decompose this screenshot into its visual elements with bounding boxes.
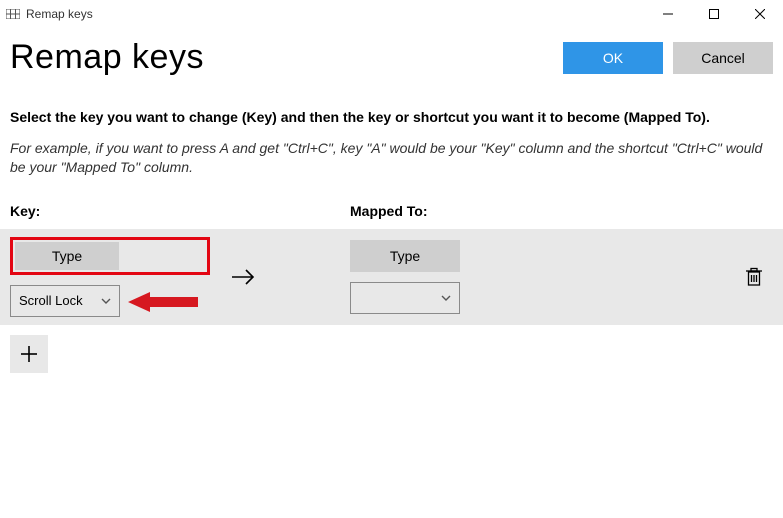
key-type-button[interactable]: Type [15, 242, 119, 270]
chevron-down-icon [441, 295, 451, 301]
actions-cell [690, 267, 773, 287]
window-title: Remap keys [26, 7, 93, 21]
maximize-button[interactable] [691, 0, 737, 28]
titlebar: Remap keys [0, 0, 783, 28]
add-row-button[interactable] [10, 335, 48, 373]
mapped-column-header: Mapped To: [350, 203, 690, 219]
key-dropdown-value: Scroll Lock [19, 293, 83, 308]
arrow-cell [210, 267, 350, 287]
delete-row-button[interactable] [745, 267, 763, 287]
column-headers: Key: Mapped To: [0, 203, 783, 219]
plus-icon [20, 345, 38, 363]
cancel-button[interactable]: Cancel [673, 42, 773, 74]
key-cell: Type Scroll Lock [10, 237, 210, 317]
body-text: Select the key you want to change (Key) … [0, 109, 783, 177]
window-controls [645, 0, 783, 28]
key-column-header: Key: [10, 203, 350, 219]
ok-button[interactable]: OK [563, 42, 663, 74]
arrow-right-icon [230, 267, 258, 287]
app-icon [6, 9, 20, 19]
mapping-row: Type Scroll Lock Type [0, 229, 783, 325]
header-buttons: OK Cancel [563, 42, 773, 74]
annotation-arrow-icon [128, 290, 200, 314]
mapped-dropdown[interactable] [350, 282, 460, 314]
example-text: For example, if you want to press A and … [10, 139, 773, 177]
minimize-button[interactable] [645, 0, 691, 28]
page-title: Remap keys [10, 38, 204, 77]
trash-icon [745, 267, 763, 287]
titlebar-left: Remap keys [6, 7, 93, 21]
key-dropdown[interactable]: Scroll Lock [10, 285, 120, 317]
close-button[interactable] [737, 0, 783, 28]
mapped-type-button[interactable]: Type [350, 240, 460, 272]
actions-column-header [690, 203, 773, 219]
instruction-text: Select the key you want to change (Key) … [10, 109, 773, 125]
key-type-highlight: Type [10, 237, 210, 275]
mapped-cell: Type [350, 240, 690, 314]
chevron-down-icon [101, 298, 111, 304]
header-row: Remap keys OK Cancel [0, 28, 783, 77]
